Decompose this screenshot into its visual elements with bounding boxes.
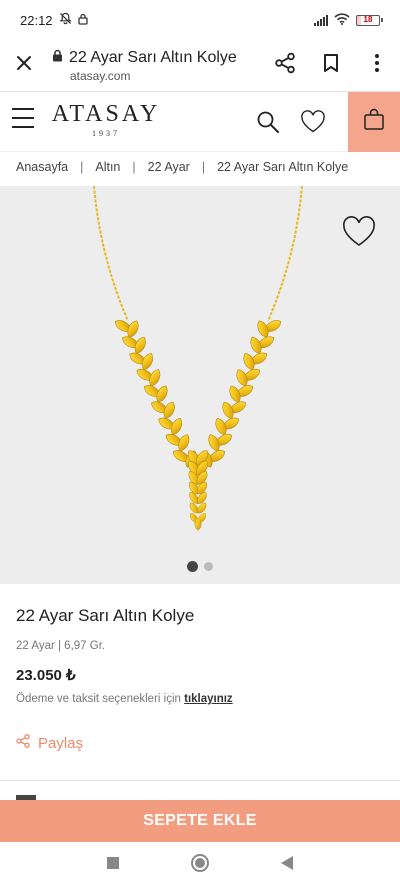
breadcrumb-item-current: 22 Ayar Sarı Altın Kolye xyxy=(217,160,349,174)
heart-icon xyxy=(300,110,326,138)
search-icon xyxy=(256,111,280,138)
url-box[interactable]: 22 Ayar Sarı Altın Kolye atasay.com xyxy=(48,49,262,83)
wifi-icon xyxy=(334,12,350,28)
gallery-dot[interactable] xyxy=(204,562,213,571)
gallery-pagination xyxy=(0,561,400,572)
bookmark-icon xyxy=(323,53,339,78)
breadcrumb-item-22-carat[interactable]: 22 Ayar xyxy=(148,160,190,174)
breadcrumb-separator: | xyxy=(80,160,84,174)
browser-toolbar: 22 Ayar Sarı Altın Kolye atasay.com xyxy=(0,40,400,92)
lock-status-icon xyxy=(77,13,88,28)
hamburger-icon[interactable] xyxy=(12,108,34,128)
status-right: 18 xyxy=(314,12,383,28)
search-button[interactable] xyxy=(256,110,280,134)
breadcrumb-item-gold[interactable]: Altın xyxy=(95,160,120,174)
system-nav-bar xyxy=(0,842,400,888)
breadcrumb-separator: | xyxy=(132,160,136,174)
logo-word: ATASAY xyxy=(51,101,161,127)
bookmark-button[interactable] xyxy=(308,40,354,92)
gallery-favorite-button[interactable] xyxy=(342,216,376,248)
battery-icon: 18 xyxy=(356,14,383,26)
status-time: 22:12 xyxy=(20,12,53,28)
battery-level: 18 xyxy=(363,14,373,24)
share-alt-icon xyxy=(16,734,30,752)
heart-icon xyxy=(342,216,376,252)
mute-icon xyxy=(58,12,72,28)
gallery-dot-active[interactable] xyxy=(187,561,198,572)
share-button[interactable]: Paylaş xyxy=(16,734,83,752)
breadcrumb-separator: | xyxy=(201,160,206,174)
share-icon xyxy=(274,52,296,79)
status-bar: 22:12 18 xyxy=(0,0,400,40)
home-button[interactable] xyxy=(190,853,210,878)
site-header: ATASAY 1937 xyxy=(0,92,400,152)
close-tab-button[interactable] xyxy=(0,40,48,92)
url-title-row: 22 Ayar Sarı Altın Kolye xyxy=(52,49,262,67)
signal-icon xyxy=(314,14,328,26)
add-to-cart-button[interactable]: SEPETE EKLE xyxy=(0,800,400,842)
more-vert-icon xyxy=(374,53,380,78)
share-label: Paylaş xyxy=(38,734,84,752)
page-host: atasay.com xyxy=(70,68,131,83)
payment-options: Ödeme ve taksit seçenekleri için tıklayı… xyxy=(16,693,233,705)
close-icon xyxy=(16,55,32,76)
add-to-cart-label: SEPETE EKLE xyxy=(143,812,257,829)
cart-button[interactable] xyxy=(348,92,400,152)
more-menu-button[interactable] xyxy=(354,40,400,92)
back-button[interactable] xyxy=(280,855,294,876)
recents-button[interactable] xyxy=(106,856,120,875)
lock-icon xyxy=(52,49,63,67)
share-page-button[interactable] xyxy=(262,40,308,92)
breadcrumb: Anasayfa | Altın | 22 Ayar | 22 Ayar Sar… xyxy=(16,160,396,174)
section-divider xyxy=(0,780,400,781)
status-left: 22:12 xyxy=(20,12,88,28)
logo-year: 1937 xyxy=(92,129,120,138)
payment-link[interactable]: tıklayınız xyxy=(184,693,233,705)
product-gallery[interactable] xyxy=(0,186,400,584)
page-title: 22 Ayar Sarı Altın Kolye xyxy=(69,48,237,66)
product-meta: 22 Ayar | 6,97 Gr. xyxy=(16,640,106,652)
product-image xyxy=(93,186,303,531)
shopping-bag-icon xyxy=(362,108,386,137)
payment-text: Ödeme ve taksit seçenekleri için xyxy=(16,693,181,705)
product-title: 22 Ayar Sarı Altın Kolye xyxy=(16,606,195,625)
breadcrumb-item-home[interactable]: Anasayfa xyxy=(16,160,68,174)
favorites-button[interactable] xyxy=(300,110,326,134)
product-price: 23.050 ₺ xyxy=(16,667,76,684)
site-logo[interactable]: ATASAY 1937 xyxy=(50,102,162,138)
